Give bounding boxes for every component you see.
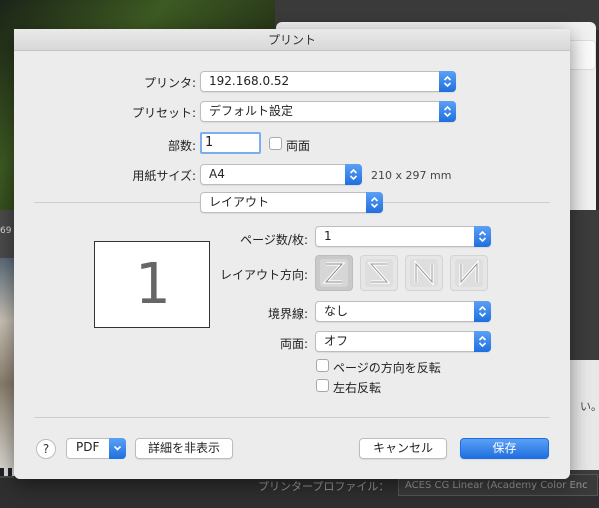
reverse-z-layout-icon bbox=[365, 259, 393, 287]
paper-size-label: 用紙サイズ: bbox=[132, 169, 196, 183]
two-sided-select[interactable]: オフ bbox=[315, 331, 491, 352]
paper-size-select[interactable]: A4 bbox=[200, 164, 362, 185]
border-label: 境界線: bbox=[267, 307, 308, 321]
layout-direction-label: レイアウト方向: bbox=[219, 268, 308, 282]
reverse-n-layout-icon bbox=[455, 259, 483, 287]
background-counter: 69 bbox=[0, 226, 12, 236]
page-preview: 1 bbox=[94, 241, 210, 328]
chevron-up-down-icon bbox=[474, 331, 491, 352]
two-sided-value: オフ bbox=[324, 334, 349, 348]
reverse-orientation-checkbox[interactable] bbox=[316, 359, 329, 372]
pdf-menu-button[interactable]: PDF bbox=[66, 438, 126, 459]
background-right-light-panel: い。 bbox=[570, 360, 599, 470]
paper-size-dimensions: 210 x 297 mm bbox=[371, 169, 452, 182]
print-dialog: プリント プリンタ: 192.168.0.52 プリセット: デフォルト設定 部… bbox=[14, 29, 570, 479]
background-thumbnail bbox=[0, 258, 14, 468]
layout-direction-z[interactable] bbox=[315, 255, 353, 291]
n-layout-icon bbox=[410, 259, 438, 287]
printer-select[interactable]: 192.168.0.52 bbox=[200, 71, 456, 92]
duplex-checkbox[interactable] bbox=[269, 137, 282, 150]
chevron-down-icon bbox=[109, 438, 126, 459]
border-select[interactable]: なし bbox=[315, 301, 491, 322]
chevron-up-down-icon bbox=[345, 164, 362, 185]
section-value: レイアウト bbox=[209, 195, 270, 209]
pages-per-sheet-label: ページ数/枚: bbox=[240, 233, 308, 247]
border-value: なし bbox=[324, 304, 349, 318]
section-select[interactable]: レイアウト bbox=[200, 192, 383, 213]
flip-horizontal-label: 左右反転 bbox=[333, 381, 382, 395]
paper-size-value: A4 bbox=[209, 167, 225, 181]
preset-value: デフォルト設定 bbox=[209, 104, 294, 118]
pages-per-sheet-value: 1 bbox=[324, 229, 332, 243]
copies-label: 部数: bbox=[167, 139, 196, 153]
preset-select[interactable]: デフォルト設定 bbox=[200, 101, 456, 122]
printer-value: 192.168.0.52 bbox=[209, 74, 290, 88]
chevron-up-down-icon bbox=[439, 101, 456, 122]
chevron-up-down-icon bbox=[366, 192, 383, 213]
hide-details-button[interactable]: 詳細を非表示 bbox=[135, 438, 233, 459]
save-button[interactable]: 保存 bbox=[460, 438, 549, 459]
preset-label: プリセット: bbox=[131, 106, 196, 120]
dialog-title: プリント bbox=[14, 29, 570, 51]
layout-direction-reverse-z[interactable] bbox=[360, 255, 398, 291]
z-layout-icon bbox=[320, 259, 348, 287]
chevron-up-down-icon bbox=[439, 71, 456, 92]
two-sided-label: 両面: bbox=[279, 337, 308, 351]
layout-direction-n[interactable] bbox=[405, 255, 443, 291]
layout-direction-reverse-n[interactable] bbox=[450, 255, 488, 291]
duplex-label: 両面 bbox=[286, 139, 311, 153]
pdf-label: PDF bbox=[76, 440, 100, 454]
reverse-orientation-label: ページの方向を反転 bbox=[333, 361, 441, 375]
printer-label: プリンタ: bbox=[143, 76, 196, 90]
footer-divider bbox=[34, 417, 550, 418]
background-profile-label: プリンタープロファイル： bbox=[258, 480, 390, 493]
background-right-text: い。 bbox=[580, 400, 599, 413]
help-button[interactable]: ? bbox=[36, 439, 56, 459]
chevron-up-down-icon bbox=[474, 301, 491, 322]
copies-field[interactable]: 1 bbox=[200, 132, 261, 154]
pages-per-sheet-select[interactable]: 1 bbox=[315, 226, 491, 247]
chevron-up-down-icon bbox=[474, 226, 491, 247]
flip-horizontal-checkbox[interactable] bbox=[316, 379, 329, 392]
cancel-button[interactable]: キャンセル bbox=[359, 438, 447, 459]
preview-page-number: 1 bbox=[135, 252, 171, 317]
